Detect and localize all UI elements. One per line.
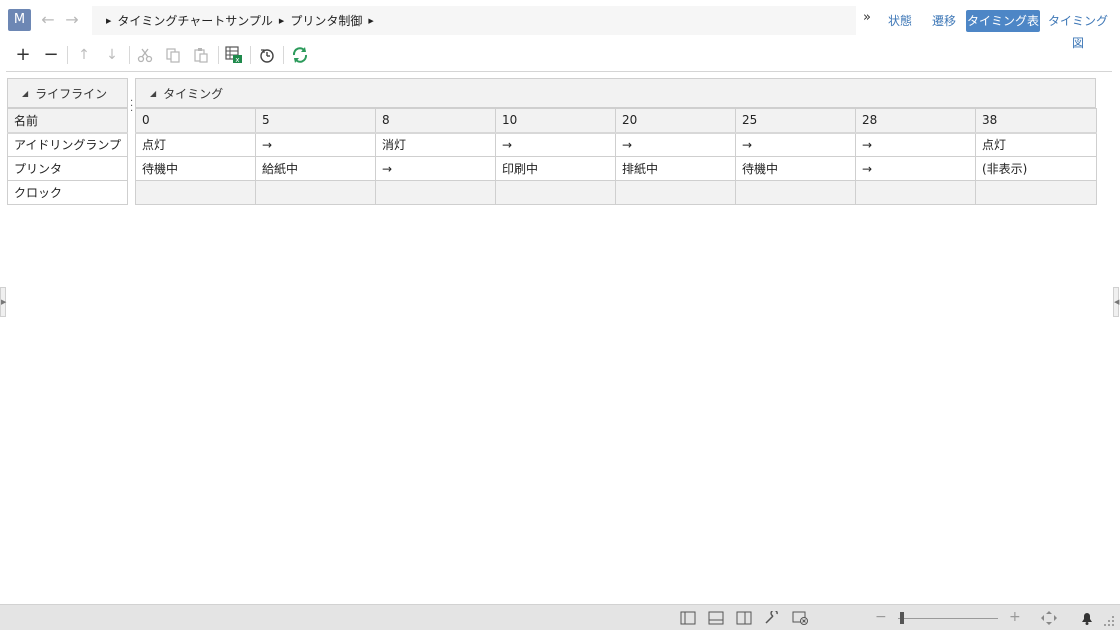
collapse-triangle-icon[interactable]: ◢ xyxy=(22,89,28,98)
toolbar: + − ↑ ↓ x xyxy=(0,42,1112,70)
refresh-icon[interactable] xyxy=(289,42,311,68)
timing-cell[interactable]: 消灯 xyxy=(375,132,496,157)
collapse-triangle-icon[interactable]: ◢ xyxy=(150,89,156,98)
breadcrumb-chevron-icon[interactable]: ▶ xyxy=(368,17,373,25)
breadcrumb-chevron-icon[interactable]: ▶ xyxy=(279,17,284,25)
timing-cell[interactable]: 印刷中 xyxy=(495,156,616,181)
time-header-row: 0 5 8 10 20 25 28 38 xyxy=(135,108,1097,134)
lifeline-panel-header[interactable]: ◢ ライフライン xyxy=(7,78,128,108)
status-bar: − + xyxy=(0,604,1120,630)
table-row: 点灯 → 消灯 → → → → 点灯 xyxy=(135,132,1097,157)
time-column-header[interactable]: 5 xyxy=(255,108,376,134)
lifeline-row-clock[interactable]: クロック xyxy=(7,180,128,205)
svg-text:x: x xyxy=(235,56,239,64)
timing-cell[interactable]: → xyxy=(855,132,976,157)
breadcrumb-item-sample[interactable]: タイミングチャートサンプル xyxy=(117,12,273,29)
tab-state[interactable]: 状態 xyxy=(882,10,918,32)
timing-cell[interactable]: 待機中 xyxy=(735,156,856,181)
panel-splitter-handle[interactable]: · · · xyxy=(130,97,133,117)
lifeline-row-idle-lamp[interactable]: アイドリングランプ xyxy=(7,132,128,157)
zoom-slider[interactable] xyxy=(898,618,998,619)
layout-bottom-pane-icon[interactable] xyxy=(708,611,724,625)
resize-grip-icon[interactable] xyxy=(1103,615,1115,627)
timing-cell[interactable]: → xyxy=(735,132,856,157)
breadcrumb: ▶ タイミングチャートサンプル ▶ プリンタ制御 ▶ xyxy=(92,6,856,35)
cut-icon[interactable] xyxy=(134,42,156,68)
timing-cell[interactable]: (非表示) xyxy=(975,156,1097,181)
time-column-header[interactable]: 10 xyxy=(495,108,616,134)
toolbar-divider xyxy=(218,46,219,64)
timing-cell[interactable]: → xyxy=(375,156,496,181)
left-panel-expand-handle[interactable]: ▶ xyxy=(0,287,6,317)
time-column-header[interactable]: 25 xyxy=(735,108,856,134)
time-column-header[interactable]: 0 xyxy=(135,108,256,134)
timing-cell[interactable]: 給紙中 xyxy=(255,156,376,181)
more-views-button[interactable]: » xyxy=(863,10,871,25)
lifeline-table: 名前 アイドリングランプ プリンタ クロック xyxy=(7,108,128,205)
time-column-header[interactable]: 28 xyxy=(855,108,976,134)
export-excel-icon[interactable]: x xyxy=(223,42,245,68)
copy-icon[interactable] xyxy=(162,42,184,68)
timing-cell[interactable]: → xyxy=(495,132,616,157)
timing-cell[interactable]: 排紙中 xyxy=(615,156,736,181)
timing-cell[interactable] xyxy=(255,180,376,205)
name-column-header[interactable]: 名前 xyxy=(7,108,128,134)
move-down-button[interactable]: ↓ xyxy=(101,42,123,68)
timing-panel-header[interactable]: ◢ タイミング xyxy=(135,78,1096,108)
zoom-in-button[interactable]: + xyxy=(1009,609,1021,625)
move-up-button[interactable]: ↑ xyxy=(73,42,95,68)
timing-cell[interactable]: → xyxy=(855,156,976,181)
lifeline-row-printer[interactable]: プリンタ xyxy=(7,156,128,181)
timing-table: 0 5 8 10 20 25 28 38 点灯 → 消灯 → → → → 点灯 … xyxy=(135,108,1097,205)
wrench-icon[interactable] xyxy=(764,611,780,625)
back-arrow-icon[interactable]: ← xyxy=(38,10,58,30)
time-column-header[interactable]: 20 xyxy=(615,108,736,134)
tab-timing-diagram[interactable]: タイミング図 xyxy=(1044,10,1112,50)
tab-timing-table[interactable]: タイミング表 xyxy=(966,10,1040,32)
lifeline-panel-title: ライフライン xyxy=(35,86,108,101)
zoom-out-button[interactable]: − xyxy=(875,609,887,625)
table-row: 待機中 給紙中 → 印刷中 排紙中 待機中 → (非表示) xyxy=(135,156,1097,181)
app-menu-button[interactable]: M xyxy=(8,9,31,31)
tab-transition[interactable]: 遷移 xyxy=(926,10,962,32)
toolbar-divider-line xyxy=(6,71,1112,72)
timing-cell[interactable] xyxy=(735,180,856,205)
table-row xyxy=(135,180,1097,205)
timing-cell[interactable] xyxy=(615,180,736,205)
timing-cell[interactable]: → xyxy=(255,132,376,157)
timing-cell[interactable]: 点灯 xyxy=(975,132,1097,157)
timing-cell[interactable] xyxy=(975,180,1097,205)
window-close-icon[interactable] xyxy=(792,611,808,625)
add-button[interactable]: + xyxy=(12,42,34,68)
forward-arrow-icon[interactable]: → xyxy=(62,10,82,30)
history-icon[interactable] xyxy=(256,42,278,68)
toolbar-divider xyxy=(283,46,284,64)
timing-cell[interactable] xyxy=(375,180,496,205)
toolbar-divider xyxy=(67,46,68,64)
time-column-header[interactable]: 38 xyxy=(975,108,1097,134)
timing-panel-title: タイミング xyxy=(163,86,224,101)
breadcrumb-item-printer[interactable]: プリンタ制御 xyxy=(290,12,362,29)
timing-cell[interactable] xyxy=(855,180,976,205)
toolbar-divider xyxy=(129,46,130,64)
paste-icon[interactable] xyxy=(190,42,212,68)
timing-cell[interactable]: 点灯 xyxy=(135,132,256,157)
layout-left-pane-icon[interactable] xyxy=(680,611,696,625)
top-bar: M ← → ▶ タイミングチャートサンプル ▶ プリンタ制御 ▶ » 状態 遷移… xyxy=(0,0,1120,50)
timing-cell[interactable] xyxy=(135,180,256,205)
zoom-slider-thumb[interactable] xyxy=(900,612,904,624)
layout-right-pane-icon[interactable] xyxy=(736,611,752,625)
time-column-header[interactable]: 8 xyxy=(375,108,496,134)
right-panel-expand-handle[interactable]: ◀ xyxy=(1113,287,1119,317)
breadcrumb-chevron-icon[interactable]: ▶ xyxy=(106,17,111,25)
remove-button[interactable]: − xyxy=(40,42,62,68)
fit-to-screen-icon[interactable] xyxy=(1041,611,1057,625)
timing-cell[interactable]: 待機中 xyxy=(135,156,256,181)
timing-cell[interactable]: → xyxy=(615,132,736,157)
notification-bell-icon[interactable] xyxy=(1079,611,1095,625)
toolbar-divider xyxy=(250,46,251,64)
timing-cell[interactable] xyxy=(495,180,616,205)
